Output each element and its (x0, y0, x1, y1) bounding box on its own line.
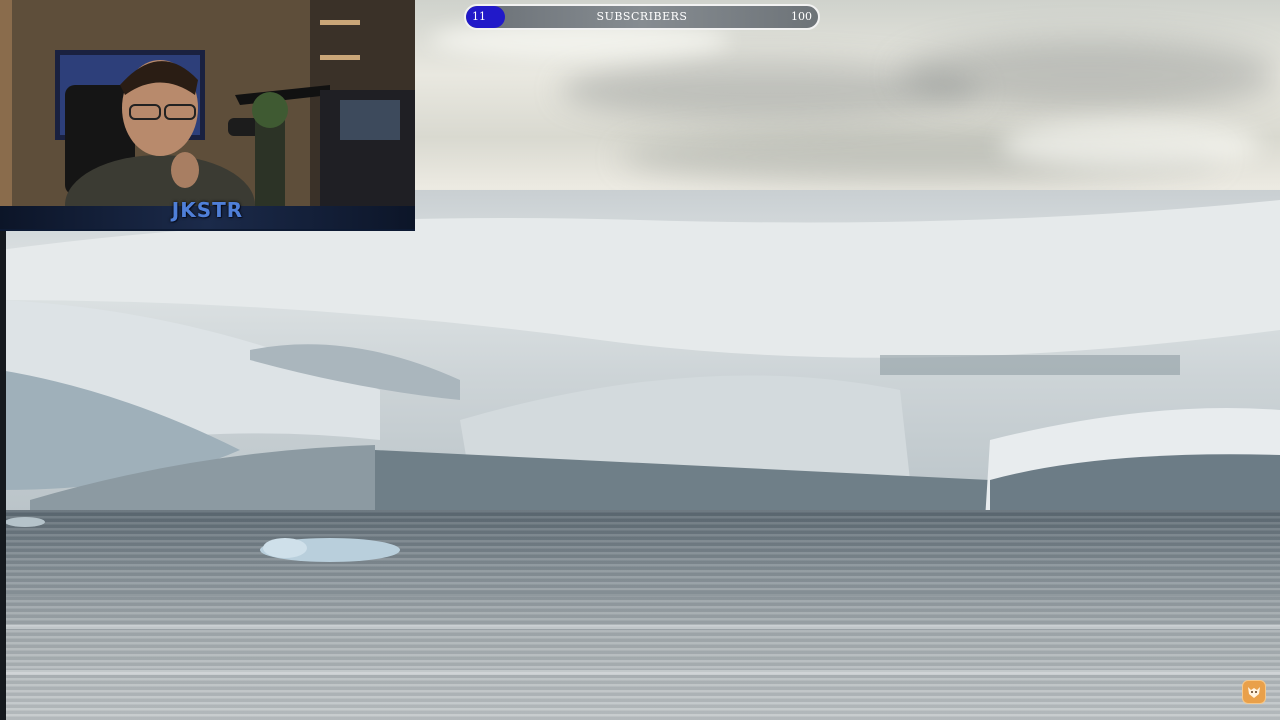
glacier-shapes (0, 200, 1280, 525)
ice-floes (0, 517, 1280, 675)
frame-edge (0, 228, 6, 720)
webcam-overlay: JKSTR (0, 0, 415, 231)
channel-logo-icon[interactable] (1242, 680, 1266, 704)
goal-target-count: 100 (791, 10, 812, 23)
sea (0, 510, 1280, 720)
webcam-feed (0, 0, 415, 229)
goal-label: SUBSCRIBERS (596, 10, 688, 23)
glacier (0, 190, 1280, 530)
fox-logo-icon (1248, 687, 1260, 698)
subscriber-goal-bar: 11 SUBSCRIBERS 100 (464, 4, 820, 30)
streamer-name: JKSTR (171, 198, 244, 222)
